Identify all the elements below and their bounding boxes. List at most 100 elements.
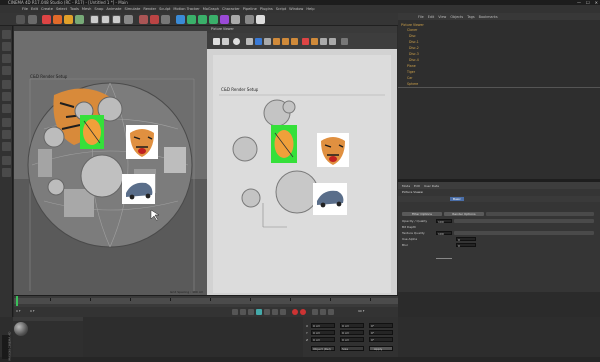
attr-field[interactable]: 100: [436, 231, 452, 236]
menu-sculpt[interactable]: Sculpt: [159, 7, 170, 11]
menu-pipeline[interactable]: Pipeline: [243, 7, 257, 11]
coord-size-x[interactable]: 0 cm: [340, 323, 364, 328]
light-icon[interactable]: [256, 15, 265, 24]
next-key-icon[interactable]: [272, 309, 278, 315]
pv-fit-icon[interactable]: [255, 38, 262, 45]
timeline-ruler[interactable]: [14, 298, 398, 304]
next-frame-icon[interactable]: [264, 309, 270, 315]
array-icon[interactable]: [209, 15, 218, 24]
keyframe-icon[interactable]: [312, 309, 318, 315]
pv-history-icon[interactable]: [320, 38, 327, 45]
attr-field[interactable]: 100: [436, 219, 452, 224]
object-row[interactable]: Sphere: [407, 82, 597, 86]
scene-icon[interactable]: [231, 15, 240, 24]
coord-mode-select[interactable]: Object (Rel): [311, 346, 335, 351]
pv-stop-icon[interactable]: [311, 38, 318, 45]
enable-axis-icon[interactable]: [2, 118, 11, 127]
object-row[interactable]: Plane: [407, 64, 597, 68]
menu-file[interactable]: File: [22, 7, 28, 11]
filter-options-button[interactable]: Filter Options: [402, 212, 442, 216]
om-menu-view[interactable]: View: [438, 15, 446, 19]
attr-subtab-basic[interactable]: Basic: [450, 197, 464, 201]
tweak-icon[interactable]: [2, 130, 11, 139]
y-axis-lock-icon[interactable]: [101, 15, 110, 24]
attr-field[interactable]: 0: [456, 237, 476, 242]
pv-open-icon[interactable]: [222, 38, 229, 45]
object-row[interactable]: Disc.3: [409, 52, 599, 56]
menu-mesh[interactable]: Mesh: [82, 7, 91, 11]
render-picture-viewer-icon[interactable]: [150, 15, 159, 24]
object-row[interactable]: Picture Viewer: [401, 23, 591, 27]
tab-picture-viewer[interactable]: Picture Viewer: [211, 27, 234, 31]
x-axis-lock-icon[interactable]: [90, 15, 99, 24]
pv-zoom-icon[interactable]: [246, 38, 253, 45]
timeline-playhead[interactable]: [16, 296, 18, 306]
menu-tools[interactable]: Tools: [70, 7, 79, 11]
menu-script[interactable]: Script: [276, 7, 286, 11]
autokey-icon[interactable]: [300, 309, 306, 315]
om-menu-bookmarks[interactable]: Bookmarks: [479, 15, 498, 19]
object-row[interactable]: Disc.1: [409, 40, 599, 44]
nurbs-icon[interactable]: [198, 15, 207, 24]
render-options-button[interactable]: Render Options: [444, 212, 484, 216]
camera-icon[interactable]: [245, 15, 254, 24]
om-menu-tags[interactable]: Tags: [467, 15, 475, 19]
attr-tab-mode[interactable]: Mode: [402, 184, 410, 188]
menu-animate[interactable]: Animate: [106, 7, 121, 11]
play-icon[interactable]: [256, 309, 262, 315]
record-icon[interactable]: [292, 309, 298, 315]
timeline-end[interactable]: 90 F: [358, 309, 365, 313]
rotation-key-icon[interactable]: [328, 309, 334, 315]
attr-slider[interactable]: [454, 231, 594, 235]
object-row[interactable]: Car: [407, 76, 597, 80]
z-axis-lock-icon[interactable]: [112, 15, 121, 24]
scale-tool-icon[interactable]: [64, 15, 73, 24]
3d-viewport[interactable]: [14, 29, 207, 295]
pv-grid-icon[interactable]: [264, 38, 271, 45]
points-mode-icon[interactable]: [2, 80, 11, 89]
timeline-current[interactable]: 0 F: [30, 309, 35, 313]
object-row[interactable]: Disc: [409, 34, 599, 38]
options-slider[interactable]: [486, 212, 594, 216]
coord-apply-button[interactable]: Apply: [369, 346, 393, 351]
menu-plugins[interactable]: Plugins: [260, 7, 273, 11]
menu-simulate[interactable]: Simulate: [124, 7, 140, 11]
attr-tab-edit[interactable]: Edit: [414, 184, 420, 188]
coord-pos-x[interactable]: 0 cm: [311, 323, 335, 328]
coord-rot-h[interactable]: 0°: [369, 323, 393, 328]
object-row[interactable]: Tiger: [407, 70, 597, 74]
attr-field[interactable]: 0: [456, 243, 476, 248]
deformer-icon[interactable]: [220, 15, 229, 24]
object-row[interactable]: Cloner: [407, 28, 597, 32]
coordinate-system-icon[interactable]: [124, 15, 133, 24]
menu-select[interactable]: Select: [56, 7, 67, 11]
prev-frame-icon[interactable]: [248, 309, 254, 315]
pv-channel-icon[interactable]: [291, 38, 298, 45]
workplane-lock-icon[interactable]: [2, 156, 11, 165]
menu-edit[interactable]: Edit: [31, 7, 38, 11]
menu-snap[interactable]: Snap: [94, 7, 103, 11]
om-menu-objects[interactable]: Objects: [450, 15, 463, 19]
render-settings-icon[interactable]: [161, 15, 170, 24]
menu-render[interactable]: Render: [143, 7, 156, 11]
pv-render-icon[interactable]: [302, 38, 309, 45]
coord-pos-y[interactable]: 0 cm: [311, 330, 335, 335]
coord-pos-z[interactable]: 0 cm: [311, 337, 335, 342]
solo-icon[interactable]: [2, 168, 11, 177]
pv-sphere-icon[interactable]: [233, 38, 240, 45]
attr-slider[interactable]: [454, 219, 594, 223]
menu-help[interactable]: Help: [306, 7, 314, 11]
object-row[interactable]: Disc.4: [409, 58, 599, 62]
move-tool-icon[interactable]: [53, 15, 62, 24]
edges-mode-icon[interactable]: [2, 92, 11, 101]
rotate-tool-icon[interactable]: [75, 15, 84, 24]
pv-settings-icon[interactable]: [341, 38, 348, 45]
coord-size-z[interactable]: 0 cm: [340, 337, 364, 342]
menu-window[interactable]: Window: [289, 7, 303, 11]
menu-mograph[interactable]: MoGraph: [203, 7, 219, 11]
menu-motion-tracker[interactable]: Motion Tracker: [173, 7, 199, 11]
coord-size-select[interactable]: Size: [340, 346, 364, 351]
object-row[interactable]: Disc.2: [409, 46, 599, 50]
snapping-icon[interactable]: [2, 142, 11, 151]
polygons-mode-icon[interactable]: [2, 104, 11, 113]
